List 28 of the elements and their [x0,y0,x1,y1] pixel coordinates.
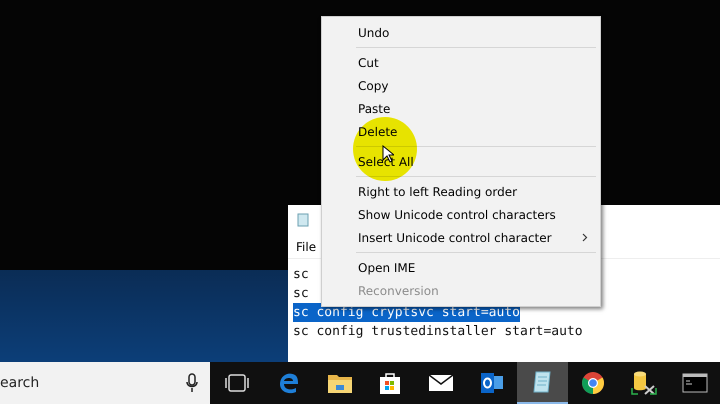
menu-item[interactable]: Undo [322,21,600,44]
notepad-icon [297,213,309,227]
chrome-icon [581,371,606,395]
menu-item[interactable]: Delete [322,120,600,143]
text-line: sc [293,285,309,303]
menu-item[interactable]: Open IME [322,256,600,279]
chevron-right-icon [582,233,588,242]
mail-app-icon [480,372,504,394]
microphone-icon [186,373,198,393]
search-field[interactable]: earch [0,362,210,404]
menu-item[interactable]: Copy [322,74,600,97]
taskbar-button[interactable] [517,362,568,404]
folder-icon [326,372,353,394]
database-tools-icon [630,370,657,396]
envelope-icon [428,374,454,392]
text-line: sc config trustedinstaller start=auto [293,323,583,341]
e-letter-icon [278,372,300,394]
menu-item[interactable]: File [296,240,324,254]
menu-item[interactable]: Insert Unicode control character [322,226,600,249]
menu-item[interactable]: Select All [322,150,600,173]
text-line: sc [293,266,309,284]
menu-item[interactable]: Right to left Reading order [322,180,600,203]
shopping-bag-icon [379,371,402,395]
menu-item[interactable]: Cut [322,51,600,74]
task-view-icon [224,374,249,392]
menu-item[interactable]: Show Unicode control characters [322,203,600,226]
terminal-icon [682,373,708,393]
menu-item[interactable]: Paste [322,97,600,120]
